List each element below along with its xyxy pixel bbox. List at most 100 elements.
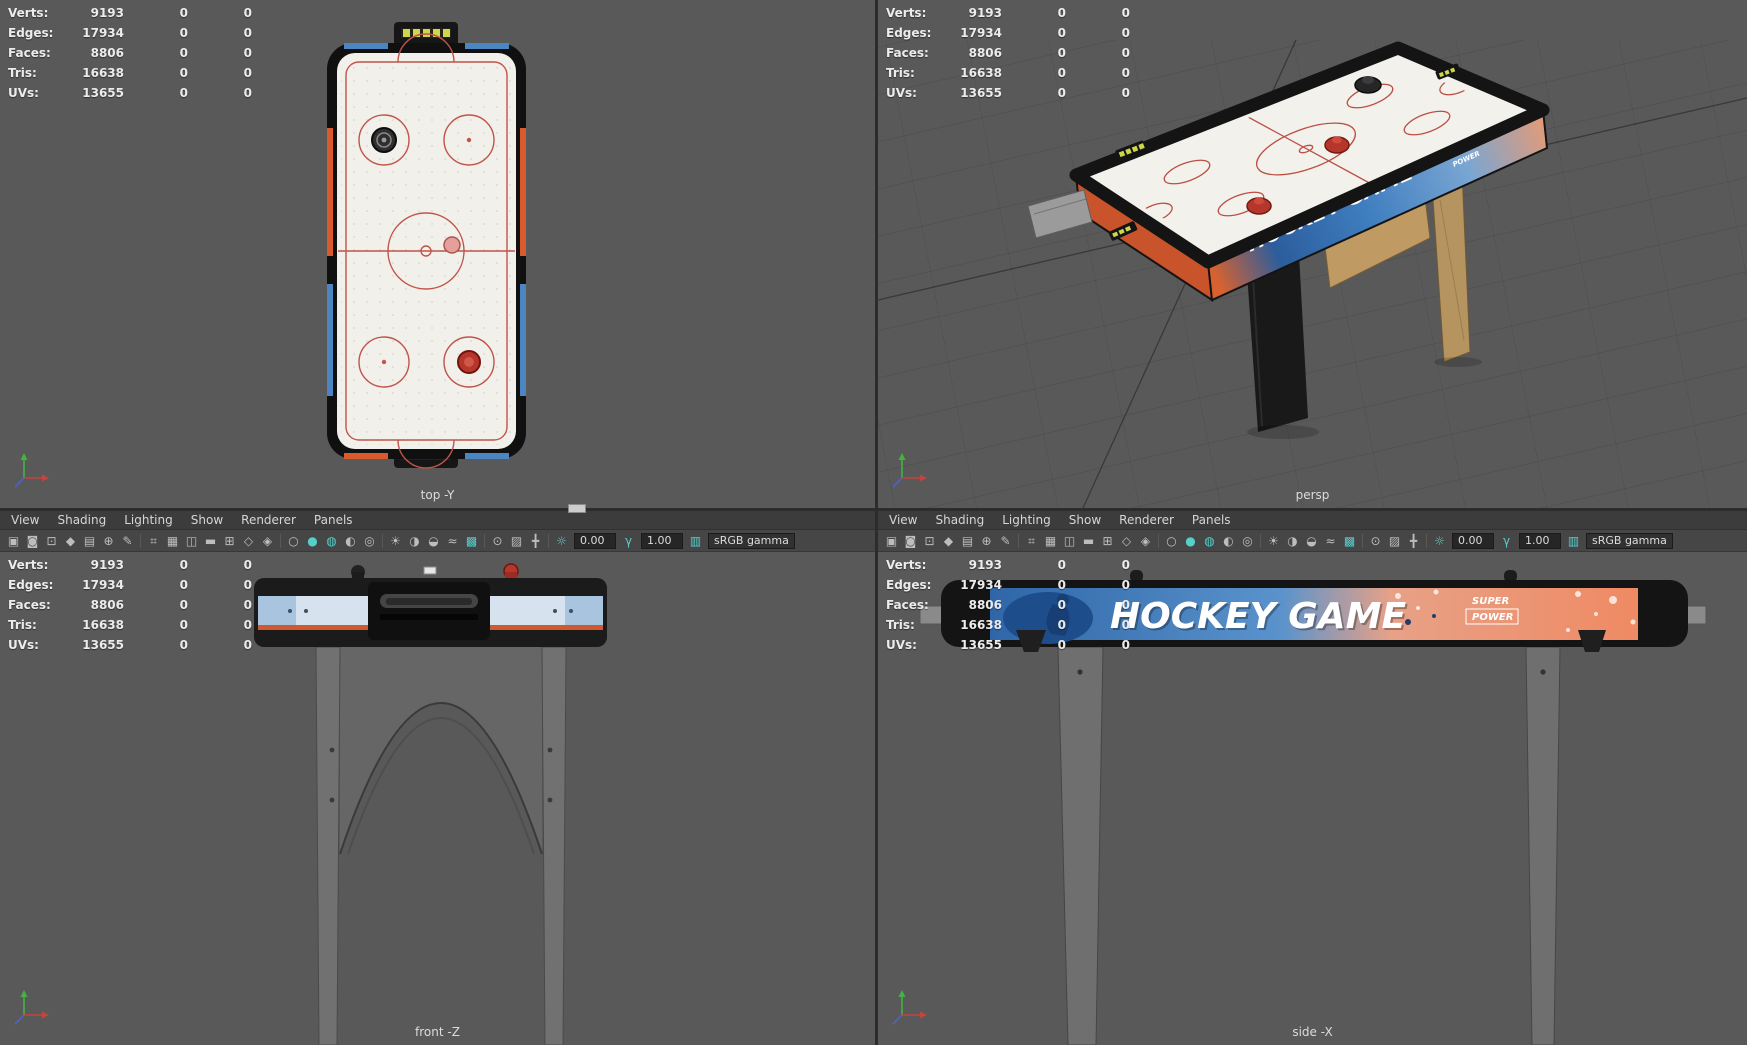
shadows-icon[interactable]: ◑: [405, 531, 424, 550]
viewport-top[interactable]: Verts: 9193 0 0 Edges: 17934 0 0 Faces: 8806 0 0 …: [0, 0, 875, 508]
mallet-dark[interactable]: [371, 127, 397, 153]
xray-icon[interactable]: ▨: [507, 531, 526, 550]
wireframe-on-shaded-icon[interactable]: ◎: [1238, 531, 1257, 550]
color-management-icon[interactable]: ▥: [1564, 531, 1583, 550]
menu-view[interactable]: View: [880, 511, 926, 529]
menu-show[interactable]: Show: [182, 511, 232, 529]
exposure-icon[interactable]: ☼: [552, 531, 571, 550]
pan-zoom-icon[interactable]: ⊕: [977, 531, 996, 550]
wireframe-on-shaded-icon[interactable]: ◎: [360, 531, 379, 550]
grease-pencil-icon[interactable]: ✎: [996, 531, 1015, 550]
menu-renderer[interactable]: Renderer: [232, 511, 305, 529]
menu-lighting[interactable]: Lighting: [993, 511, 1060, 529]
resolution-gate-icon[interactable]: ◫: [182, 531, 201, 550]
menu-show[interactable]: Show: [1060, 511, 1110, 529]
all-lights-icon[interactable]: ☀: [1264, 531, 1283, 550]
viewport-side[interactable]: HOCKEY GAME HOCKEY GAME SUPER POWER Vert…: [878, 552, 1747, 1045]
isolate-select-icon[interactable]: ⊙: [1366, 531, 1385, 550]
menu-shading[interactable]: Shading: [48, 511, 115, 529]
gamma-field[interactable]: 1.00: [1519, 532, 1561, 549]
camera-attributes-icon[interactable]: ⊡: [920, 531, 939, 550]
menu-panels[interactable]: Panels: [305, 511, 362, 529]
toolbar-separator: [1018, 533, 1019, 548]
shaded-icon[interactable]: ●: [303, 531, 322, 550]
textured-icon[interactable]: ◍: [1200, 531, 1219, 550]
select-camera-icon[interactable]: ▣: [4, 531, 23, 550]
xray-icon[interactable]: ▨: [1385, 531, 1404, 550]
use-default-material-icon[interactable]: ◐: [1219, 531, 1238, 550]
exposure-field[interactable]: 0.00: [1452, 532, 1494, 549]
panel-menubar: View Shading Lighting Show Renderer Pane…: [0, 511, 875, 530]
bookmark-icon[interactable]: ◆: [61, 531, 80, 550]
safe-action-icon[interactable]: ◇: [1117, 531, 1136, 550]
mallet-red-persp-1[interactable]: [1324, 136, 1350, 154]
gamma-field[interactable]: 1.00: [641, 532, 683, 549]
grid-icon[interactable]: ⌗: [1022, 531, 1041, 550]
air-hockey-table-side-view[interactable]: HOCKEY GAME HOCKEY GAME SUPER POWER: [919, 570, 1707, 1045]
air-hockey-table-front-view[interactable]: [254, 563, 607, 1045]
panel-front: View Shading Lighting Show Renderer Pane…: [0, 511, 875, 1045]
image-plane-icon[interactable]: ▤: [958, 531, 977, 550]
air-hockey-table-top-view[interactable]: [327, 22, 526, 469]
puck[interactable]: [443, 236, 461, 254]
top-view-canvas: [14, 22, 526, 488]
pan-zoom-icon[interactable]: ⊕: [99, 531, 118, 550]
isolate-select-icon[interactable]: ⊙: [488, 531, 507, 550]
field-chart-icon[interactable]: ⊞: [220, 531, 239, 550]
banner-sub1: SUPER: [1472, 596, 1509, 607]
ambient-occlusion-icon[interactable]: ◒: [424, 531, 443, 550]
all-lights-icon[interactable]: ☀: [386, 531, 405, 550]
viewport-front[interactable]: Verts: 9193 0 0 Edges: 17934 0 0 Faces: 8806 0 0 …: [0, 552, 875, 1045]
safe-title-icon[interactable]: ◈: [1136, 531, 1155, 550]
view-transform-select[interactable]: sRGB gamma: [708, 532, 795, 549]
mallet-red[interactable]: [457, 350, 481, 374]
exposure-icon[interactable]: ☼: [1430, 531, 1449, 550]
menu-panels[interactable]: Panels: [1183, 511, 1240, 529]
textured-icon[interactable]: ◍: [322, 531, 341, 550]
motion-blur-icon[interactable]: ≈: [443, 531, 462, 550]
gate-mask-icon[interactable]: ▬: [201, 531, 220, 550]
menu-view[interactable]: View: [2, 511, 48, 529]
ambient-occlusion-icon[interactable]: ◒: [1302, 531, 1321, 550]
grease-pencil-icon[interactable]: ✎: [118, 531, 137, 550]
view-transform-select[interactable]: sRGB gamma: [1586, 532, 1673, 549]
xray-joints-icon[interactable]: ╋: [1404, 531, 1423, 550]
gamma-icon[interactable]: γ: [619, 531, 638, 550]
lock-camera-icon[interactable]: ◙: [901, 531, 920, 550]
mallet-dark-persp[interactable]: [1354, 76, 1382, 94]
mallet-red-persp-2[interactable]: [1246, 197, 1272, 215]
safe-title-icon[interactable]: ◈: [258, 531, 277, 550]
menu-lighting[interactable]: Lighting: [115, 511, 182, 529]
table-banner-side: HOCKEY GAME HOCKEY GAME SUPER POWER: [941, 580, 1688, 647]
use-default-material-icon[interactable]: ◐: [341, 531, 360, 550]
shaded-icon[interactable]: ●: [1181, 531, 1200, 550]
field-chart-icon[interactable]: ⊞: [1098, 531, 1117, 550]
front-view-canvas: [14, 563, 607, 1045]
grid-icon[interactable]: ⌗: [144, 531, 163, 550]
film-gate-icon[interactable]: ▦: [1041, 531, 1060, 550]
lock-camera-icon[interactable]: ◙: [23, 531, 42, 550]
safe-action-icon[interactable]: ◇: [239, 531, 258, 550]
select-camera-icon[interactable]: ▣: [882, 531, 901, 550]
multisample-aa-icon[interactable]: ▩: [1340, 531, 1359, 550]
multisample-aa-icon[interactable]: ▩: [462, 531, 481, 550]
wireframe-icon[interactable]: ○: [284, 531, 303, 550]
pane-grip[interactable]: [568, 504, 586, 513]
menu-renderer[interactable]: Renderer: [1110, 511, 1183, 529]
color-management-icon[interactable]: ▥: [686, 531, 705, 550]
banner-title: HOCKEY GAME: [1110, 596, 1406, 637]
gamma-icon[interactable]: γ: [1497, 531, 1516, 550]
motion-blur-icon[interactable]: ≈: [1321, 531, 1340, 550]
gate-mask-icon[interactable]: ▬: [1079, 531, 1098, 550]
xray-joints-icon[interactable]: ╋: [526, 531, 545, 550]
image-plane-icon[interactable]: ▤: [80, 531, 99, 550]
camera-attributes-icon[interactable]: ⊡: [42, 531, 61, 550]
wireframe-icon[interactable]: ○: [1162, 531, 1181, 550]
menu-shading[interactable]: Shading: [926, 511, 993, 529]
film-gate-icon[interactable]: ▦: [163, 531, 182, 550]
exposure-field[interactable]: 0.00: [574, 532, 616, 549]
shadows-icon[interactable]: ◑: [1283, 531, 1302, 550]
resolution-gate-icon[interactable]: ◫: [1060, 531, 1079, 550]
bookmark-icon[interactable]: ◆: [939, 531, 958, 550]
viewport-persp[interactable]: HOCKEY GAME SUPER POWER Verts: 9193 0 0 …: [878, 0, 1747, 508]
